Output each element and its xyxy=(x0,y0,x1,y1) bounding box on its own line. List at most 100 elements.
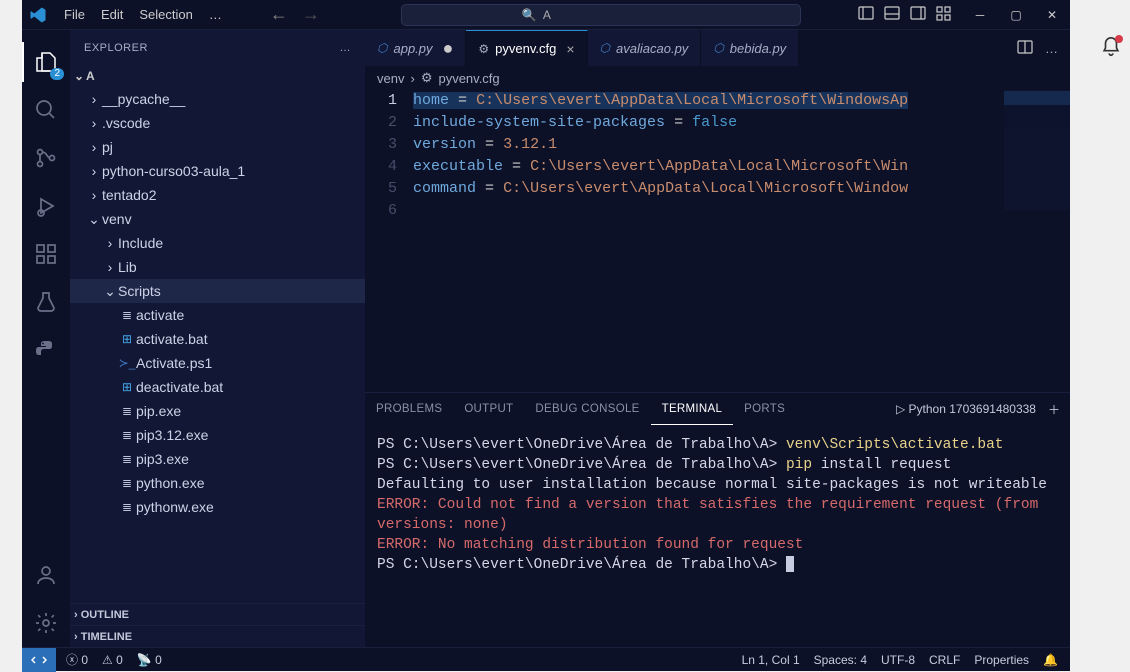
titlebar: File Edit Selection … ← → 🔍 A ─ ▢ ✕ xyxy=(22,0,1070,30)
terminal-task-label[interactable]: ▷ Python 1703691480338 xyxy=(896,402,1036,416)
nav-back-icon[interactable]: ← xyxy=(270,4,288,25)
window-close-button[interactable]: ✕ xyxy=(1034,0,1070,30)
terminal-error-line: ERROR: No matching distribution found fo… xyxy=(377,535,1058,555)
status-lncol[interactable]: Ln 1, Col 1 xyxy=(742,653,800,667)
remote-indicator[interactable] xyxy=(22,648,56,672)
window-maximize-button[interactable]: ▢ xyxy=(998,0,1034,30)
panel-tab-debug[interactable]: DEBUG CONSOLE xyxy=(524,393,650,425)
activity-python[interactable] xyxy=(22,326,70,374)
split-editor-icon[interactable] xyxy=(1017,39,1033,58)
layout-sidebar-left-icon[interactable] xyxy=(858,5,874,24)
activity-extensions[interactable] xyxy=(22,230,70,278)
folder-venv[interactable]: ⌄venv xyxy=(70,207,365,231)
folder-curso[interactable]: ›python-curso03-aula_1 xyxy=(70,159,365,183)
terminal-output-line: Defaulting to user installation because … xyxy=(377,475,1058,495)
tab-app[interactable]: ⬡app.py● xyxy=(365,30,466,66)
activity-settings[interactable] xyxy=(22,599,70,647)
menu-selection[interactable]: Selection xyxy=(131,7,200,22)
breadcrumb-folder: venv xyxy=(377,71,404,86)
folder-lib[interactable]: ›Lib xyxy=(70,255,365,279)
file-activate-ps1[interactable]: ≻_Activate.ps1 xyxy=(70,351,365,375)
status-language[interactable]: Properties xyxy=(974,653,1029,667)
chevron-right-icon: › xyxy=(74,631,78,643)
status-errors[interactable]: ⓧ 0 xyxy=(66,651,88,668)
tab-pyvenv[interactable]: ⚙pyvenv.cfg× xyxy=(466,30,587,66)
status-spaces[interactable]: Spaces: 4 xyxy=(814,653,867,667)
line-gutter: 123456 xyxy=(365,90,413,392)
minimap[interactable] xyxy=(1004,90,1070,210)
new-terminal-icon[interactable]: ＋ xyxy=(1048,401,1060,418)
status-warnings[interactable]: ⚠ 0 xyxy=(102,653,123,667)
folder-vscode[interactable]: ›.vscode xyxy=(70,111,365,135)
status-encoding[interactable]: UTF-8 xyxy=(881,653,915,667)
folder-pj[interactable]: ›pj xyxy=(70,135,365,159)
tab-bebida[interactable]: ⬡bebida.py xyxy=(701,30,799,66)
file-icon: ≣ xyxy=(118,452,136,466)
panel-tab-output[interactable]: OUTPUT xyxy=(453,393,524,425)
menu-edit[interactable]: Edit xyxy=(93,7,131,22)
file-pip3[interactable]: ≣pip3.exe xyxy=(70,447,365,471)
chevron-right-icon: › xyxy=(102,235,118,251)
outline-section[interactable]: › OUTLINE xyxy=(70,603,365,625)
python-icon: ⬡ xyxy=(377,41,387,55)
search-icon: 🔍 xyxy=(522,8,537,22)
windows-icon: ⊞ xyxy=(118,332,136,346)
activity-explorer[interactable]: 2 xyxy=(22,38,70,86)
activity-scm[interactable] xyxy=(22,134,70,182)
folder-pycache[interactable]: ›__pycache__ xyxy=(70,87,365,111)
activity-testing[interactable] xyxy=(22,278,70,326)
explorer-badge: 2 xyxy=(50,68,64,80)
window-minimize-button[interactable]: ─ xyxy=(962,0,998,30)
file-activate-bat[interactable]: ⊞activate.bat xyxy=(70,327,365,351)
panel-tab-problems[interactable]: PROBLEMS xyxy=(365,393,453,425)
panel-tab-ports[interactable]: PORTS xyxy=(733,393,796,425)
editor-tabs: ⬡app.py● ⚙pyvenv.cfg× ⬡avaliacao.py ⬡beb… xyxy=(365,30,1070,66)
layout-customize-icon[interactable] xyxy=(936,5,952,24)
folder-include[interactable]: ›Include xyxy=(70,231,365,255)
activity-search[interactable] xyxy=(22,86,70,134)
editor-area: ⬡app.py● ⚙pyvenv.cfg× ⬡avaliacao.py ⬡beb… xyxy=(365,30,1070,647)
explorer-sidebar: EXPLORER … ⌄ A ›__pycache__ ›.vscode ›pj… xyxy=(70,30,365,647)
file-icon: ≣ xyxy=(118,404,136,418)
file-python[interactable]: ≣python.exe xyxy=(70,471,365,495)
explorer-title: EXPLORER xyxy=(84,42,148,54)
gear-icon: ⚙ xyxy=(421,70,433,86)
tab-avaliacao[interactable]: ⬡avaliacao.py xyxy=(588,30,702,66)
root-label: A xyxy=(86,69,95,83)
search-label: A xyxy=(543,8,551,22)
folder-tentado[interactable]: ›tentado2 xyxy=(70,183,365,207)
chevron-right-icon: › xyxy=(86,187,102,203)
browser-bell-icon xyxy=(1100,36,1122,64)
file-deactivate-bat[interactable]: ⊞deactivate.bat xyxy=(70,375,365,399)
status-bell-icon[interactable]: 🔔 xyxy=(1043,653,1058,667)
command-center-search[interactable]: 🔍 A xyxy=(401,4,801,26)
file-activate[interactable]: ≣activate xyxy=(70,303,365,327)
terminal-content[interactable]: PS C:\Users\evert\OneDrive\Área de Traba… xyxy=(365,425,1070,647)
menu-more[interactable]: … xyxy=(201,7,230,22)
timeline-section[interactable]: › TIMELINE xyxy=(70,625,365,647)
nav-forward-icon[interactable]: → xyxy=(302,4,320,25)
workspace-root[interactable]: ⌄ A xyxy=(70,65,365,87)
bottom-panel: PROBLEMS OUTPUT DEBUG CONSOLE TERMINAL P… xyxy=(365,392,1070,647)
activity-debug[interactable] xyxy=(22,182,70,230)
file-pythonw[interactable]: ≣pythonw.exe xyxy=(70,495,365,519)
powershell-icon: ≻_ xyxy=(118,356,136,370)
file-pip312[interactable]: ≣pip3.12.exe xyxy=(70,423,365,447)
breadcrumb[interactable]: venv › ⚙ pyvenv.cfg xyxy=(365,66,1070,90)
chevron-right-icon: › xyxy=(74,609,78,621)
more-actions-icon[interactable]: … xyxy=(1045,41,1058,56)
explorer-more-icon[interactable]: … xyxy=(340,42,352,54)
status-ports[interactable]: 📡 0 xyxy=(137,653,162,667)
file-pip[interactable]: ≣pip.exe xyxy=(70,399,365,423)
activity-bar: 2 xyxy=(22,30,70,647)
folder-scripts[interactable]: ⌄Scripts xyxy=(70,279,365,303)
menu-file[interactable]: File xyxy=(56,7,93,22)
file-icon: ≣ xyxy=(118,500,136,514)
close-icon[interactable]: × xyxy=(566,41,574,57)
status-eol[interactable]: CRLF xyxy=(929,653,960,667)
layout-panel-icon[interactable] xyxy=(884,5,900,24)
panel-tab-terminal[interactable]: TERMINAL xyxy=(651,393,734,425)
activity-account[interactable] xyxy=(22,551,70,599)
layout-sidebar-right-icon[interactable] xyxy=(910,5,926,24)
code-editor[interactable]: 123456 home = C:\Users\evert\AppData\Loc… xyxy=(365,90,1070,392)
